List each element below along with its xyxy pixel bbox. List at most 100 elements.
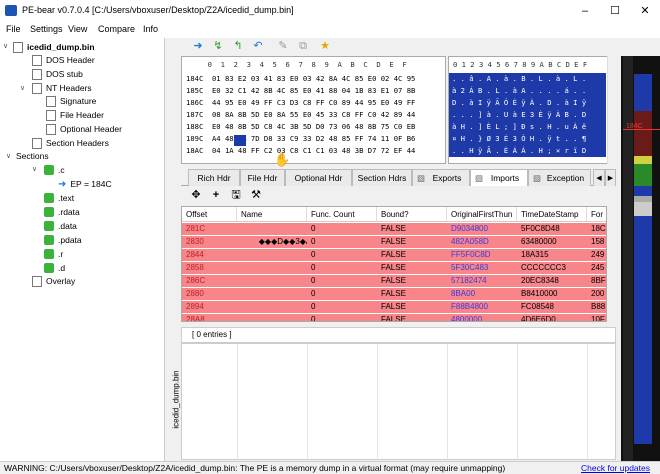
tab-exports[interactable]: ▧ Exports (412, 169, 470, 186)
cell-func-count: 0 (311, 276, 316, 285)
menu-file[interactable]: File (6, 24, 21, 34)
tab-section-hdrs[interactable]: Section Hdrs (352, 169, 412, 186)
cell-offset: 286C (186, 276, 206, 285)
imports-toolbar: ✥ + 🖫 ⚒ (181, 187, 616, 204)
tree-nt-headers[interactable]: NT Headers (32, 81, 92, 95)
ascii-row[interactable]: à 2 Á B . L . à A . . . . á . . (449, 85, 606, 97)
maximize-button[interactable]: ☐ (600, 0, 630, 22)
column-header[interactable]: Offset (182, 207, 237, 222)
edit-icon[interactable]: ✎ (276, 40, 290, 53)
column-header[interactable]: Bound? (377, 207, 447, 222)
tree-dos-header[interactable]: DOS Header (32, 53, 95, 67)
tree-section-data[interactable]: .data (44, 219, 77, 233)
hex-row[interactable]: 187C 08 8A 8B 5D E0 8A 55 E0 45 33 C8 FF… (186, 109, 415, 121)
menu-compare[interactable]: Compare (98, 24, 135, 34)
minimap-section-bar (634, 202, 652, 216)
cell-name (237, 288, 307, 300)
load-green-icon[interactable]: ↯ (211, 40, 225, 53)
table-row[interactable]: 28A8 0 FALSE 4800000 4D6E6D0 10F (182, 314, 606, 321)
tab-scroll-left[interactable]: ◀ (593, 169, 605, 186)
puzzle-icon (44, 207, 54, 217)
menu-info[interactable]: Info (143, 24, 158, 34)
tree-section-text[interactable]: .text (44, 191, 74, 205)
hex-scrollbar[interactable] (607, 56, 618, 164)
hex-row[interactable]: 189C A4 48 8B 7D D8 33 C9 33 D2 48 85 FF… (186, 133, 415, 145)
minimize-button[interactable]: – (570, 0, 600, 22)
cell-bound: FALSE (381, 263, 406, 272)
ascii-row[interactable]: D . à I ÿ Ã Ó È ÿ À . D . à I ÿ (449, 97, 606, 109)
tree-optional-header[interactable]: Optional Header (46, 122, 122, 136)
tree-overlay[interactable]: Overlay (32, 274, 75, 288)
tab-scroll-right[interactable]: ▶ (605, 169, 616, 186)
copy-icon[interactable]: ⧉ (296, 40, 310, 53)
column-header[interactable]: For (587, 207, 606, 222)
hex-row[interactable]: 186C 44 95 E0 49 FF C3 D3 C8 FF C0 89 44… (186, 97, 415, 109)
ascii-row[interactable]: . . â . A . à . B . L . à . L . (449, 73, 606, 85)
cell-timestamp: 20EC8348 (521, 276, 559, 285)
collapse-icon[interactable]: ∨ (3, 42, 8, 50)
column-header[interactable]: OriginalFirstThun (447, 207, 517, 222)
section-minimap[interactable]: 184C (621, 56, 660, 461)
collapse-icon[interactable]: ∨ (20, 84, 25, 92)
imports-table[interactable]: Offset Name Func. Count Bound? OriginalF… (181, 206, 607, 322)
tab-imports[interactable]: ▧ Imports (470, 169, 528, 186)
hex-row[interactable]: 188C E0 48 8B 5D C8 4C 3B 5D D0 73 06 48… (186, 121, 415, 133)
tab-file-hdr[interactable]: File Hdr (240, 169, 285, 186)
table-row[interactable]: 2880 0 FALSE 8BA00 B8410000 200 (182, 288, 606, 300)
menu-view[interactable]: View (68, 24, 87, 34)
column-header[interactable]: Func. Count (307, 207, 377, 222)
ascii-row[interactable]: ¤ H . } Ø 3 É 3 Ò H . ÿ t . . ¶ (449, 133, 606, 145)
tree-section-d[interactable]: .d (44, 261, 65, 275)
tree-dos-stub[interactable]: DOS stub (32, 67, 83, 81)
column-header[interactable]: TimeDateStamp (517, 207, 587, 222)
collapse-icon[interactable]: ∨ (6, 152, 11, 160)
imports-scrollbar[interactable] (607, 206, 616, 322)
add-icon[interactable]: + (209, 189, 223, 202)
tree-section-rdata[interactable]: .rdata (44, 205, 80, 219)
tree-root[interactable]: icedid_dump.bin (13, 40, 95, 54)
tree-section-r[interactable]: .r (44, 247, 63, 261)
goto-arrow-icon[interactable]: ➜ (191, 40, 205, 53)
functions-list[interactable] (181, 343, 616, 461)
tree-section-pdata[interactable]: .pdata (44, 233, 82, 247)
hex-row[interactable]: 184C 01 83 E2 03 41 83 E0 03 42 8A 4C 85… (186, 73, 415, 85)
cell-forwarder: 200 (591, 289, 605, 298)
table-row[interactable]: 2894 0 FALSE F88B4800 FC08548 B88 (182, 301, 606, 313)
table-row[interactable]: 281C 0 FALSE D9034800 5F0C8D48 18C (182, 223, 606, 235)
tree-section-headers[interactable]: Section Headers (32, 136, 109, 150)
save-icon[interactable]: 🖫 (229, 189, 243, 202)
table-row[interactable]: 2858 0 FALSE 5F30C483 CCCCCCC3 245 (182, 262, 606, 274)
hex-row[interactable]: 18AC 04 1A 48 FF C2 03 C8 C1 C1 03 48 3B… (186, 145, 415, 157)
check-updates-link[interactable]: Check for updates (581, 463, 650, 473)
tree-signature[interactable]: Signature (46, 94, 96, 108)
table-row[interactable]: 286C 0 FALSE 57182474 20EC8348 8BF (182, 275, 606, 287)
menu-settings[interactable]: Settings (30, 24, 63, 34)
ascii-row[interactable]: à H . ] È L ; ] Ð s . H . u À ë (449, 121, 606, 133)
table-row[interactable]: 2830 ◆◆◆D◆◆3◆A... 0 FALSE 482A058D 63480… (182, 236, 606, 248)
cell-name (237, 275, 307, 287)
close-button[interactable]: ✕ (630, 0, 660, 22)
collapse-icon[interactable]: ∨ (32, 165, 37, 173)
file-tab-vertical[interactable]: icedid_dump.bin (166, 340, 181, 460)
tree-section-c[interactable]: .c (44, 163, 65, 177)
tab-exception[interactable]: ▧ Exception (528, 169, 591, 186)
tool-icon[interactable]: ⚒ (249, 189, 263, 202)
table-row[interactable]: 2844 0 FALSE FF5F0C8D 18A315 249 (182, 249, 606, 261)
move-icon[interactable]: ✥ (189, 189, 203, 202)
tab-rich-hdr[interactable]: Rich Hdr (188, 169, 240, 186)
cell-func-count: 0 (311, 289, 316, 298)
column-header[interactable]: Name (237, 207, 307, 222)
ascii-row[interactable]: . . H ÿ Â . È Á Á . H ; × r ï D (449, 145, 606, 157)
ascii-row[interactable]: . . . ] à . U à E 3 È ÿ À B . D (449, 109, 606, 121)
tree-sections[interactable]: Sections (16, 149, 49, 163)
tree-file-header[interactable]: File Header (46, 108, 104, 122)
save-green-icon[interactable]: ↰ (231, 40, 245, 53)
undo-icon[interactable]: ↶ (251, 40, 265, 53)
tab-optional-hdr[interactable]: Optional Hdr (285, 169, 352, 186)
minimap-section-bar (634, 156, 652, 164)
tree-entry-point[interactable]: ➜ EP = 184C (58, 177, 112, 191)
star-icon[interactable]: ★ (318, 40, 332, 53)
hex-row[interactable]: 185C E0 32 C1 42 8B 4C 85 E0 41 88 04 1B… (186, 85, 415, 97)
hex-view[interactable]: 0 1 2 3 4 5 6 7 8 9 A B C D E F 184C 01 … (181, 56, 446, 168)
ascii-view[interactable]: 0 1 2 3 4 5 6 7 8 9 A B C D E F . . â . … (448, 56, 618, 164)
